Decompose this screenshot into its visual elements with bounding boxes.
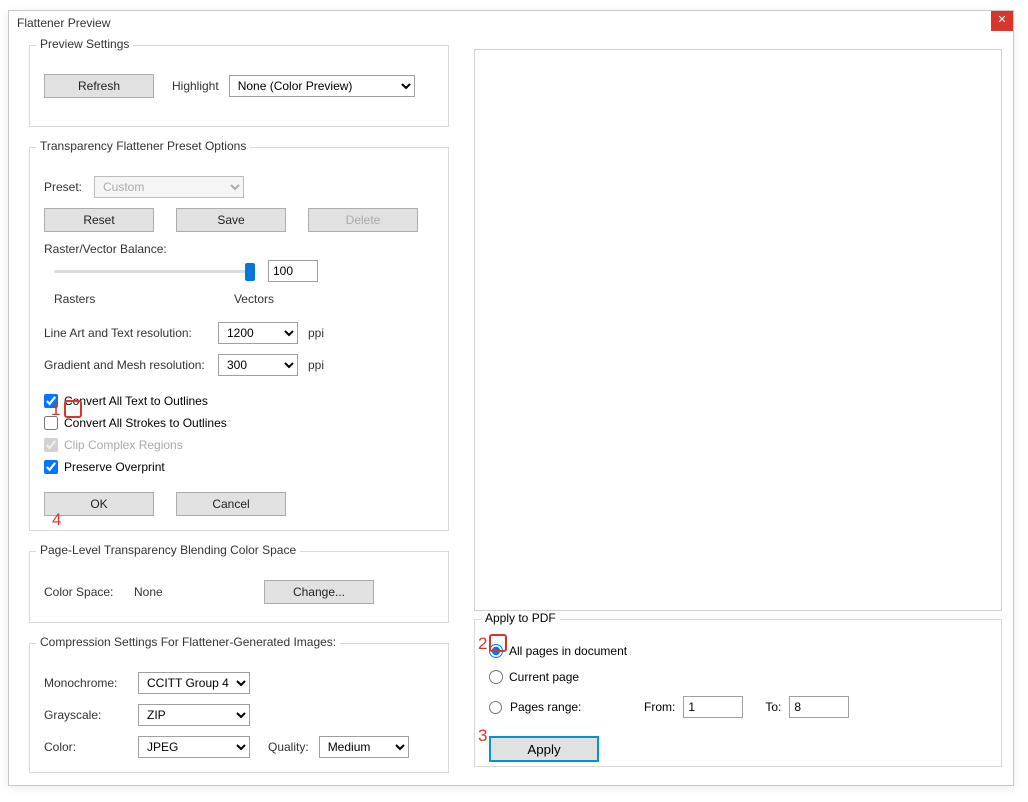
pages-range-radio[interactable]: [489, 701, 502, 714]
window-title: Flattener Preview: [17, 16, 110, 30]
preview-pane: [474, 49, 1002, 611]
apply-button[interactable]: Apply: [489, 736, 599, 762]
to-input[interactable]: [789, 696, 849, 718]
preview-settings-group: Preview Settings Refresh Highlight None …: [29, 45, 449, 127]
preset-select: Custom: [94, 176, 244, 198]
highlight-select[interactable]: None (Color Preview): [229, 75, 415, 97]
quality-label: Quality:: [268, 740, 309, 754]
balance-input[interactable]: [268, 260, 318, 282]
refresh-button[interactable]: Refresh: [44, 74, 154, 98]
clip-complex-label: Clip Complex Regions: [64, 438, 183, 452]
color-space-value: None: [134, 585, 254, 599]
cancel-button[interactable]: Cancel: [176, 492, 286, 516]
gradient-ppi: ppi: [308, 358, 324, 372]
compression-legend: Compression Settings For Flattener-Gener…: [36, 635, 340, 649]
titlebar: Flattener Preview ✕: [9, 11, 1013, 35]
preview-settings-legend: Preview Settings: [36, 37, 133, 51]
client-area: Preview Settings Refresh Highlight None …: [9, 35, 1013, 785]
slider-track: [54, 270, 254, 273]
apply-legend: Apply to PDF: [481, 611, 560, 625]
color-label: Color:: [44, 740, 128, 754]
current-page-radio[interactable]: [489, 670, 503, 684]
convert-text-label: Convert All Text to Outlines: [64, 394, 208, 408]
preset-label: Preset:: [44, 180, 84, 194]
color-space-group: Page-Level Transparency Blending Color S…: [29, 551, 449, 623]
preserve-overprint-checkbox[interactable]: [44, 460, 58, 474]
to-label: To:: [765, 700, 781, 714]
mono-select[interactable]: CCITT Group 4: [138, 672, 250, 694]
preset-options-group: Transparency Flattener Preset Options Pr…: [29, 147, 449, 531]
compression-group: Compression Settings For Flattener-Gener…: [29, 643, 449, 773]
mono-label: Monochrome:: [44, 676, 128, 690]
vectors-label: Vectors: [234, 292, 274, 306]
change-button[interactable]: Change...: [264, 580, 374, 604]
pages-range-label: Pages range:: [510, 700, 600, 714]
line-art-ppi: ppi: [308, 326, 324, 340]
line-art-label: Line Art and Text resolution:: [44, 326, 208, 340]
slider-thumb[interactable]: [245, 263, 255, 281]
current-page-label: Current page: [509, 670, 579, 684]
color-space-legend: Page-Level Transparency Blending Color S…: [36, 543, 300, 557]
from-label: From:: [644, 700, 675, 714]
gradient-label: Gradient and Mesh resolution:: [44, 358, 208, 372]
rasters-label: Rasters: [54, 292, 95, 306]
gradient-select[interactable]: 300: [218, 354, 298, 376]
close-button[interactable]: ✕: [991, 11, 1013, 31]
convert-strokes-label: Convert All Strokes to Outlines: [64, 416, 227, 430]
ok-button[interactable]: OK: [44, 492, 154, 516]
from-input[interactable]: [683, 696, 743, 718]
convert-text-checkbox[interactable]: [44, 394, 58, 408]
close-icon: ✕: [997, 14, 1006, 26]
quality-select[interactable]: Medium: [319, 736, 409, 758]
all-pages-label: All pages in document: [509, 644, 627, 658]
left-panel: Preview Settings Refresh Highlight None …: [29, 45, 449, 793]
color-select[interactable]: JPEG: [138, 736, 250, 758]
all-pages-radio[interactable]: [489, 644, 503, 658]
delete-button: Delete: [308, 208, 418, 232]
gray-label: Grayscale:: [44, 708, 128, 722]
highlight-label: Highlight: [172, 79, 219, 93]
apply-to-pdf-group: Apply to PDF All pages in document Curre…: [474, 619, 1002, 767]
balance-slider[interactable]: [54, 261, 254, 281]
gray-select[interactable]: ZIP: [138, 704, 250, 726]
preserve-overprint-label: Preserve Overprint: [64, 460, 165, 474]
save-button[interactable]: Save: [176, 208, 286, 232]
line-art-select[interactable]: 1200: [218, 322, 298, 344]
convert-strokes-checkbox[interactable]: [44, 416, 58, 430]
reset-button[interactable]: Reset: [44, 208, 154, 232]
balance-label: Raster/Vector Balance:: [44, 242, 434, 256]
clip-complex-checkbox: [44, 438, 58, 452]
preset-options-legend: Transparency Flattener Preset Options: [36, 139, 250, 153]
flattener-preview-dialog: Flattener Preview ✕ Preview Settings Ref…: [8, 10, 1014, 786]
color-space-label: Color Space:: [44, 585, 124, 599]
